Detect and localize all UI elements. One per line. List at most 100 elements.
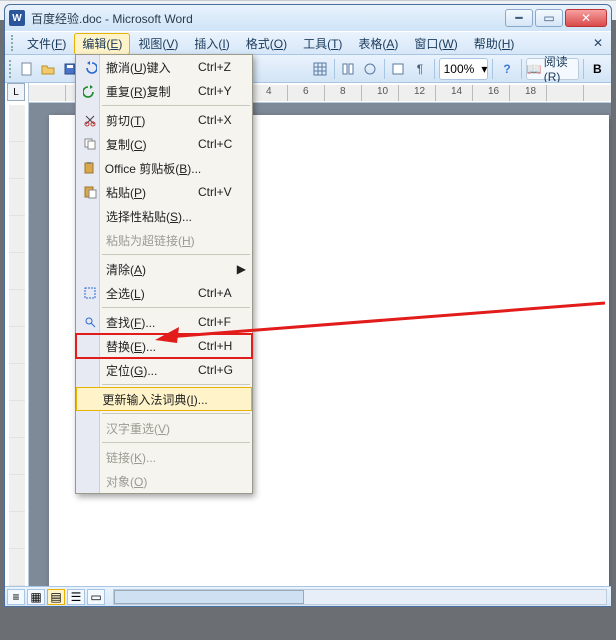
menu-item: 粘贴为超链接(H) <box>76 228 252 252</box>
blank-icon <box>80 206 100 226</box>
blank-icon <box>80 259 100 279</box>
menu-item-shortcut: Ctrl+X <box>198 113 252 127</box>
menu-item[interactable]: 清除(A)▶ <box>76 257 252 281</box>
undo-icon <box>80 57 100 77</box>
toolbar-grip[interactable] <box>9 60 13 78</box>
columns-button[interactable] <box>339 58 359 80</box>
menu-item[interactable]: 查找(F)...Ctrl+F <box>76 310 252 334</box>
reading-view-button[interactable]: 📖 阅读(R) <box>526 58 579 80</box>
menu-item: 对象(O) <box>76 469 252 493</box>
menu-item-shortcut: Ctrl+F <box>198 315 252 329</box>
menu-i[interactable]: 插入(I) <box>186 33 237 55</box>
menu-separator <box>102 413 250 414</box>
toolbar-grip[interactable] <box>11 35 15 51</box>
menu-item-label: Office 剪贴板(B)... <box>99 160 201 177</box>
menu-item-label: 链接(K)... <box>100 449 198 466</box>
horizontal-scrollbar[interactable] <box>113 589 607 605</box>
menu-t[interactable]: 工具(T) <box>295 33 350 55</box>
open-button[interactable] <box>38 58 58 80</box>
blank-icon <box>80 336 100 356</box>
menu-item[interactable]: 定位(G)...Ctrl+G <box>76 358 252 382</box>
menu-item-label: 对象(O) <box>100 473 198 490</box>
titlebar: W 百度经验.doc - Microsoft Word ━ ▭ ✕ <box>5 5 611 31</box>
menu-item[interactable]: Office 剪贴板(B)... <box>76 156 252 180</box>
menu-separator <box>102 254 250 255</box>
menu-item[interactable]: 撤消(U)键入Ctrl+Z <box>76 55 252 79</box>
menu-o[interactable]: 格式(O) <box>238 33 295 55</box>
menu-item-shortcut: Ctrl+Y <box>198 84 252 98</box>
menu-item-shortcut: Ctrl+A <box>198 286 252 300</box>
menu-separator <box>102 442 250 443</box>
paste-icon <box>80 182 100 202</box>
new-doc-button[interactable] <box>17 58 37 80</box>
find-icon <box>80 312 100 332</box>
menu-item: 汉字重选(V) <box>76 416 252 440</box>
menu-item[interactable]: 全选(L)Ctrl+A <box>76 281 252 305</box>
menu-item-shortcut: Ctrl+Z <box>198 60 252 74</box>
select-all-icon <box>80 283 100 303</box>
menu-item: 链接(K)... <box>76 445 252 469</box>
menu-item-label: 复制(C) <box>100 136 198 153</box>
vertical-ruler: L <box>5 83 29 586</box>
menu-item[interactable]: 替换(E)...Ctrl+H <box>76 334 252 358</box>
menu-item-label: 替换(E)... <box>100 338 198 355</box>
menu-item[interactable]: 粘贴(P)Ctrl+V <box>76 180 252 204</box>
menu-item-shortcut: Ctrl+V <box>198 185 252 199</box>
menu-item-label: 汉字重选(V) <box>100 420 198 437</box>
print-view-button[interactable]: ▤ <box>47 589 65 605</box>
menu-item[interactable]: 重复(R)复制Ctrl+Y <box>76 79 252 103</box>
blank-icon <box>80 389 96 409</box>
blank-icon <box>80 418 100 438</box>
close-button[interactable]: ✕ <box>565 9 607 27</box>
blank-icon <box>80 447 100 467</box>
menubar: 文件(F)编辑(E)视图(V)插入(I)格式(O)工具(T)表格(A)窗口(W)… <box>5 31 611 55</box>
menu-item-label: 更新输入法词典(I)... <box>96 391 207 408</box>
menu-item-label: 撤消(U)键入 <box>100 59 198 76</box>
edit-menu-dropdown: 撤消(U)键入Ctrl+Z重复(R)复制Ctrl+Y剪切(T)Ctrl+X复制(… <box>75 54 253 494</box>
menu-item-shortcut: Ctrl+H <box>198 339 252 353</box>
table-button[interactable] <box>310 58 330 80</box>
show-marks-button[interactable]: ¶ <box>410 58 430 80</box>
menu-item-shortcut: Ctrl+G <box>198 363 252 377</box>
menu-item-label: 选择性粘贴(S)... <box>100 208 198 225</box>
bold-button[interactable]: B <box>588 58 608 80</box>
menu-item-label: 粘贴(P) <box>100 184 198 201</box>
close-document-button[interactable]: ✕ <box>589 35 607 51</box>
menu-item[interactable]: 剪切(T)Ctrl+X <box>76 108 252 132</box>
menu-separator <box>102 384 250 385</box>
reading-layout-button[interactable]: ▭ <box>87 589 105 605</box>
menu-item[interactable]: 更新输入法词典(I)... <box>76 387 252 411</box>
submenu-arrow-icon: ▶ <box>237 262 246 276</box>
menu-item-label: 粘贴为超链接(H) <box>100 232 198 249</box>
menu-h[interactable]: 帮助(H) <box>466 33 523 55</box>
blank-icon <box>80 471 100 491</box>
menu-a[interactable]: 表格(A) <box>350 33 406 55</box>
word-icon: W <box>9 10 25 26</box>
menu-item-label: 全选(L) <box>100 285 198 302</box>
menu-item-label: 剪切(T) <box>100 112 198 129</box>
menu-f[interactable]: 文件(F) <box>19 33 74 55</box>
menu-item-label: 查找(F)... <box>100 314 198 331</box>
blank-icon <box>80 360 100 380</box>
tab-selector[interactable]: L <box>7 83 25 101</box>
help-button[interactable]: ? <box>497 58 517 80</box>
redo-icon <box>80 81 100 101</box>
web-view-button[interactable]: ▦ <box>27 589 45 605</box>
zoom-combo[interactable]: 100%▾ <box>439 58 489 80</box>
menu-item[interactable]: 复制(C)Ctrl+C <box>76 132 252 156</box>
normal-view-button[interactable]: ≡ <box>7 589 25 605</box>
menu-w[interactable]: 窗口(W) <box>406 33 465 55</box>
cut-icon <box>80 110 100 130</box>
menu-v[interactable]: 视图(V) <box>130 33 186 55</box>
blank-icon <box>80 230 100 250</box>
menu-item-shortcut: Ctrl+C <box>198 137 252 151</box>
minimize-button[interactable]: ━ <box>505 9 533 27</box>
drawing-button[interactable] <box>360 58 380 80</box>
outline-view-button[interactable]: ☰ <box>67 589 85 605</box>
maximize-button[interactable]: ▭ <box>535 9 563 27</box>
menu-item[interactable]: 选择性粘贴(S)... <box>76 204 252 228</box>
window-title: 百度经验.doc - Microsoft Word <box>31 10 505 27</box>
menu-e[interactable]: 编辑(E) <box>74 33 130 55</box>
clipboard-icon <box>80 158 99 178</box>
doc-map-button[interactable] <box>389 58 409 80</box>
